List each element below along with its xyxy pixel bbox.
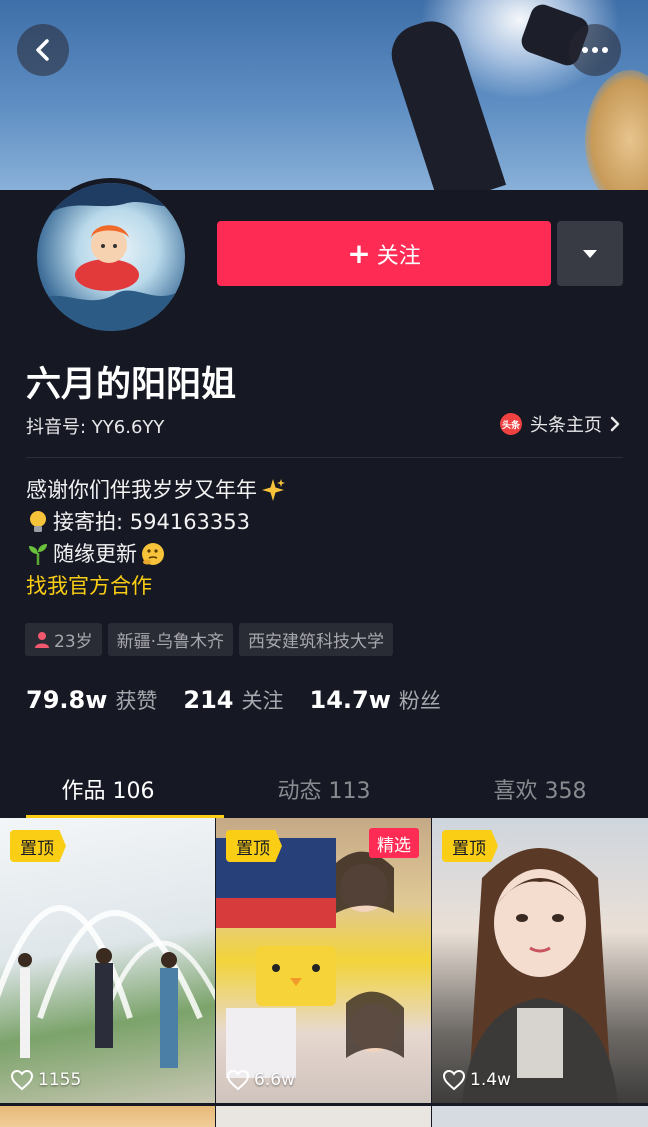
cover-hair <box>585 70 648 190</box>
nickname: 六月的阳阳姐 <box>26 365 237 405</box>
video-thumbnail[interactable]: 置顶 1155 <box>0 818 215 1103</box>
followers-count: 14.7w <box>309 686 391 714</box>
heart-outline-icon <box>10 1069 34 1091</box>
thinking-face-icon <box>142 543 164 565</box>
follow-button[interactable]: + 关注 <box>217 221 551 286</box>
toutiao-label: 头条主页 <box>530 415 602 436</box>
like-count-text: 1.4w <box>470 1070 511 1090</box>
caret-down-icon <box>583 249 597 258</box>
following-label: 关注 <box>241 689 284 713</box>
profile-stats: 79.8w 获赞 214 关注 14.7w 粉丝 <box>26 685 467 715</box>
douyin-id: 抖音号: YY6.6YY <box>26 417 165 438</box>
pinned-badge: 置顶 <box>442 830 498 862</box>
followers-stat[interactable]: 14.7w 粉丝 <box>310 685 441 715</box>
heart-outline-icon <box>226 1069 250 1091</box>
video-like-count: 6.6w <box>226 1069 295 1091</box>
chevron-left-icon <box>36 39 49 61</box>
likes-count: 79.8w <box>26 686 108 714</box>
school-tag: 西安建筑科技大学 <box>239 623 394 656</box>
video-thumbnail[interactable]: 置顶 精选 6.6w <box>216 818 431 1103</box>
ellipsis-icon <box>582 47 608 53</box>
sparkles-icon <box>262 479 285 501</box>
recommend-dropdown-button[interactable] <box>557 221 623 286</box>
back-button[interactable] <box>17 24 69 76</box>
bio-line: 感谢你们伴我岁岁又年年 <box>26 474 289 506</box>
chevron-right-icon <box>610 416 620 432</box>
official-cooperation-link[interactable]: 找我官方合作 <box>26 570 289 602</box>
following-stat[interactable]: 214 关注 <box>183 685 283 715</box>
avatar[interactable] <box>32 178 190 336</box>
tab-moments[interactable]: 动态 113 <box>216 760 432 818</box>
location-label: 新疆·乌鲁木齐 <box>116 632 225 652</box>
lightbulb-icon <box>30 511 46 532</box>
heart-outline-icon <box>442 1069 466 1091</box>
featured-badge: 精选 <box>369 828 419 858</box>
video-thumbnail[interactable] <box>216 1106 431 1127</box>
pinned-badge: 置顶 <box>226 830 282 862</box>
bio-line-2: 接寄拍: 594163353 <box>53 510 250 534</box>
bio: 感谢你们伴我岁岁又年年 接寄拍: 594163353 随缘更新 找我官方合作 <box>26 474 289 602</box>
toutiao-homepage-link[interactable]: 头条 头条主页 <box>500 411 620 437</box>
video-thumbnail[interactable] <box>0 1106 215 1127</box>
pinned-badge: 置顶 <box>10 830 66 862</box>
following-count: 214 <box>183 686 234 714</box>
bio-line: 接寄拍: 594163353 <box>26 506 289 538</box>
video-thumbnail[interactable] <box>432 1106 648 1127</box>
bio-line-3: 随缘更新 <box>53 542 137 566</box>
tab-works[interactable]: 作品 106 <box>0 760 224 818</box>
video-grid: 置顶 1155 置顶 精选 6.6w 置顶 1.4w <box>0 818 648 1127</box>
location-tag: 新疆·乌鲁木齐 <box>107 623 234 656</box>
follow-label: 关注 <box>376 243 421 269</box>
video-like-count: 1.4w <box>442 1069 511 1091</box>
seedling-icon <box>29 544 47 565</box>
video-thumbnail[interactable]: 置顶 1.4w <box>432 818 648 1103</box>
bio-line-1: 感谢你们伴我岁岁又年年 <box>26 478 257 502</box>
female-user-icon <box>35 631 49 648</box>
profile-cover-image <box>0 0 648 190</box>
like-count-text: 1155 <box>38 1070 82 1090</box>
like-count-text: 6.6w <box>254 1070 295 1090</box>
school-label: 西安建筑科技大学 <box>248 632 385 652</box>
plus-icon: + <box>347 236 371 270</box>
followers-label: 粉丝 <box>398 689 441 713</box>
likes-label: 获赞 <box>115 689 158 713</box>
age-label: 23岁 <box>54 632 93 652</box>
likes-stat: 79.8w 获赞 <box>26 685 157 715</box>
more-options-button[interactable] <box>569 24 621 76</box>
bio-line: 随缘更新 <box>26 538 289 570</box>
profile-tabs: 作品 106 动态 113 喜欢 358 <box>0 760 648 818</box>
toutiao-logo-icon: 头条 <box>500 413 522 435</box>
avatar-image <box>37 183 185 331</box>
divider <box>26 457 623 458</box>
age-tag: 23岁 <box>25 623 102 656</box>
profile-tags: 23岁 新疆·乌鲁木齐 西安建筑科技大学 <box>25 623 394 656</box>
tab-likes[interactable]: 喜欢 358 <box>432 760 648 818</box>
video-like-count: 1155 <box>10 1069 81 1091</box>
